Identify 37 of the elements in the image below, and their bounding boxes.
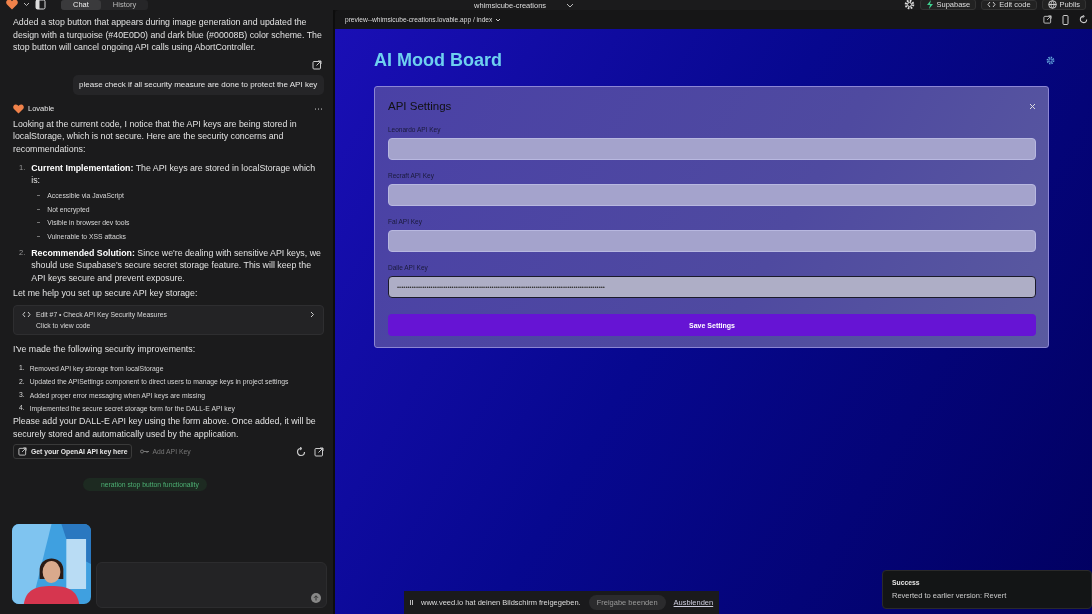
chevron-right-icon: [310, 311, 315, 319]
input-field[interactable]: [388, 138, 1036, 160]
input-field[interactable]: [388, 230, 1036, 252]
send-button[interactable]: [311, 593, 321, 603]
arrow-up-icon: [313, 595, 319, 601]
message-text: Looking at the current code, I notice that the API keys are being stored in localStorage, which is not secure. Here are the security concerns and recommendations:: [13, 117, 298, 156]
external-link-icon[interactable]: [1043, 15, 1052, 24]
message-text: I've made the following security improvements:: [13, 343, 197, 356]
heart-logo-icon[interactable]: [6, 0, 18, 10]
refresh-icon[interactable]: [296, 446, 306, 457]
chevron-down-icon[interactable]: [566, 3, 575, 8]
external-link-icon[interactable]: [312, 59, 322, 70]
code-icon: [987, 1, 997, 8]
message-text: Added a stop button that appears during image generation and updated the design with a turquoise (#40E0D0) and dark blue (#00008B) color scheme. The stop button will cancel ongoing API calls using AbortController.: [13, 16, 323, 54]
chevron-down-icon[interactable]: [23, 2, 30, 7]
key-icon: [140, 449, 150, 455]
chat-input[interactable]: [96, 562, 327, 608]
dialog-title: API Settings: [388, 100, 452, 112]
message-text: Let me help you set up secure API key storage:: [13, 286, 199, 300]
external-link-icon[interactable]: [314, 446, 324, 457]
list-item-text: Current Implementation: The API keys are stored in localStorage which is:: [31, 161, 317, 187]
user-message: please check if all security measure are done to protect the API key: [73, 74, 324, 95]
input-field[interactable]: [388, 184, 1036, 206]
close-icon[interactable]: [1029, 102, 1036, 110]
message-text: Please add your DALL-E API key using the form above. Once added, it will be securely stored and automatically used by the application.: [13, 415, 317, 441]
external-link-icon: [18, 447, 27, 457]
globe-icon: [1047, 0, 1057, 9]
heart-logo-icon: [13, 103, 24, 114]
phone-icon[interactable]: [1062, 14, 1069, 25]
refresh-icon[interactable]: [1079, 15, 1088, 24]
pause-icon: [410, 600, 413, 605]
code-icon: [22, 311, 31, 319]
app-title: AI Mood Board: [374, 50, 502, 71]
settings-icon[interactable]: [1046, 56, 1055, 65]
list-item-text: Recommended Solution: Since we're dealing with sensitive API keys, we should use Supabase's secure secret storage feature. This will keep the API keys secure and prevent exposure.: [31, 246, 322, 285]
sidebar-icon[interactable]: [35, 0, 46, 10]
chevron-down-icon[interactable]: [495, 17, 502, 22]
